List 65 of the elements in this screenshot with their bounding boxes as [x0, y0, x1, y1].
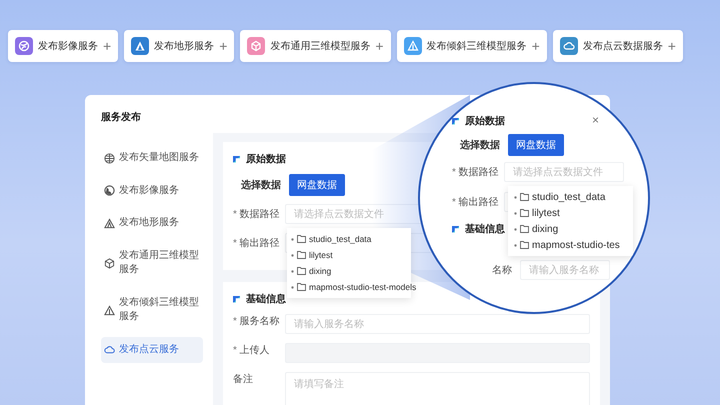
bullet-icon: [291, 286, 294, 288]
add-icon: +: [219, 39, 228, 53]
folder-item[interactable]: studio_test_data: [287, 231, 374, 247]
tab[interactable]: 网盘数据: [508, 134, 564, 156]
input-field[interactable]: 请选择点云数据文件: [504, 162, 624, 182]
cloud-icon: [104, 344, 115, 356]
add-icon: +: [103, 39, 112, 53]
folder-item[interactable]: studio_test_data: [508, 189, 608, 205]
service-label: 发布点云数据服务: [582, 40, 663, 53]
sidebar-item[interactable]: 发布倾斜三维模型服务: [101, 290, 203, 330]
add-icon: +: [375, 39, 384, 53]
tab[interactable]: 选择数据: [233, 174, 289, 196]
service-label: 发布通用三维模型服务: [270, 40, 370, 53]
sidebar-item[interactable]: 发布地形服务: [101, 210, 203, 236]
sidebar-item[interactable]: 发布矢量地图服务: [101, 145, 203, 172]
service-card[interactable]: 发布倾斜三维模型服务 +: [396, 30, 547, 62]
folder-item[interactable]: dixing: [287, 263, 334, 279]
bullet-icon: [291, 270, 294, 272]
field-label: * 上传人: [233, 344, 271, 357]
dialog-title: 服务发布: [101, 112, 141, 123]
sidebar-item[interactable]: 发布影像服务: [101, 178, 203, 204]
bullet-icon: [291, 238, 294, 240]
field-label: * 数据路径: [233, 208, 281, 221]
input-field[interactable]: 请输入服务名称: [285, 314, 590, 334]
service-card[interactable]: 发布地形服务 +: [124, 30, 234, 62]
field-label: * 服务名称: [233, 315, 281, 328]
folder-item[interactable]: mapmost-studio-tes: [508, 237, 622, 253]
service-label: 发布地形服务: [154, 40, 214, 53]
section-title: 原始数据: [465, 114, 505, 128]
service-card[interactable]: 发布通用三维模型服务 +: [240, 30, 391, 62]
globe-icon: [104, 185, 115, 196]
section-title: 原始数据: [246, 152, 286, 166]
service-label: 发布影像服务: [38, 40, 98, 53]
triangle-icon: [104, 218, 115, 229]
input-field[interactable]: 请输入服务名称: [520, 260, 610, 280]
bullet-icon: [514, 196, 517, 198]
section-title: 基础信息: [246, 292, 286, 306]
globe-icon: [104, 152, 115, 164]
bullet-icon: [514, 212, 517, 214]
field-label: * 输出路径: [452, 196, 500, 209]
bullet-icon: [514, 228, 517, 230]
folder-item[interactable]: lilytest: [508, 205, 562, 221]
tab[interactable]: 网盘数据: [289, 174, 345, 196]
add-icon: +: [532, 39, 540, 53]
field-label: * 数据路径: [452, 166, 500, 179]
service-card[interactable]: 发布影像服务 +: [8, 30, 118, 62]
bullet-icon: [291, 254, 294, 256]
folder-item[interactable]: dixing: [508, 221, 560, 237]
field-label: * 输出路径: [233, 236, 281, 250]
sidebar-item[interactable]: 发布点云服务: [101, 336, 203, 363]
add-icon: +: [668, 39, 676, 53]
textarea-field[interactable]: 请填写备注: [285, 372, 590, 405]
service-card[interactable]: 发布点云数据服务 +: [552, 30, 683, 62]
close-button[interactable]: ×: [592, 114, 600, 126]
section-title: 基础信息: [465, 222, 505, 236]
tab[interactable]: 选择数据: [452, 134, 508, 156]
field-label: 名称: [492, 264, 513, 277]
triangle-icon: [104, 304, 115, 316]
field-label: 备注: [233, 372, 254, 386]
service-label: 发布倾斜三维模型服务: [426, 40, 527, 53]
cube-icon: [104, 258, 115, 268]
sidebar-item[interactable]: 发布通用三维模型服务: [101, 242, 203, 284]
folder-item[interactable]: lilytest: [287, 247, 335, 263]
bullet-icon: [514, 244, 517, 246]
folder-item[interactable]: mapmost-studio-test-models: [287, 279, 418, 295]
